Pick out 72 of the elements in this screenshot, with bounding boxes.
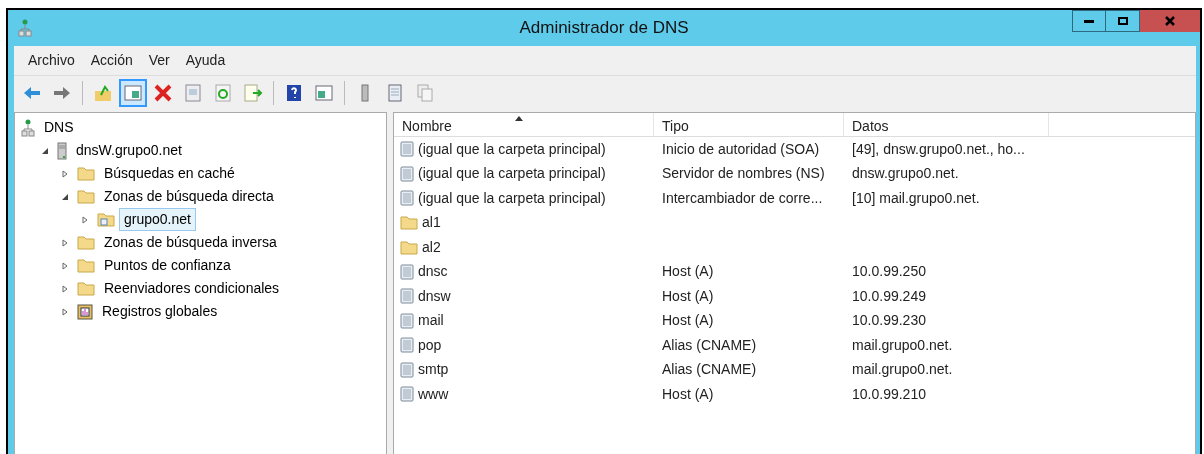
table-cell-text: pop	[418, 335, 442, 355]
table-cell-text: al1	[422, 213, 441, 233]
tree-item[interactable]: Puntos de confianza	[99, 254, 236, 277]
table-cell: 10.0.99.250	[852, 263, 926, 280]
record-icon	[400, 190, 414, 207]
table-cell: Host (A)	[662, 287, 714, 304]
folder-icon	[77, 189, 95, 204]
record-icon	[400, 312, 414, 329]
window-title: Administrador de DNS	[519, 17, 689, 40]
column-header[interactable]: Tipo	[654, 113, 844, 136]
folder-icon	[77, 258, 95, 273]
table-cell-text: dnsc	[418, 262, 448, 282]
table-cell: Alias (CNAME)	[662, 336, 757, 353]
table-cell: 10.0.99.249	[852, 287, 926, 304]
tree-item[interactable]: grupo0.net	[119, 208, 196, 231]
folder-icon	[400, 215, 418, 231]
tree-item[interactable]: Zonas de búsqueda inversa	[99, 231, 282, 254]
table-cell-text: (igual que la carpeta principal)	[418, 139, 606, 159]
menu-item[interactable]: Archivo	[22, 50, 81, 71]
network-icon	[18, 19, 32, 37]
menu-item[interactable]: Ayuda	[179, 50, 232, 71]
pane-tool-icon[interactable]	[119, 79, 147, 107]
table-cell: 10.0.99.210	[852, 385, 926, 402]
folder-icon	[77, 281, 95, 296]
folder-icon	[400, 239, 418, 255]
table-cell: Alias (CNAME)	[662, 361, 757, 378]
table-cell: mail.grupo0.net.	[852, 361, 953, 378]
tree-item[interactable]: Búsquedas en caché	[99, 162, 240, 185]
table-cell: Host (A)	[662, 312, 714, 329]
table-cell: [49], dnsw.grupo0.net., ho...	[852, 140, 1025, 157]
table-cell-text: (igual que la carpeta principal)	[418, 188, 606, 208]
table-cell: mail.grupo0.net.	[852, 336, 953, 353]
close-icon	[1165, 16, 1175, 26]
table-cell: [10] mail.grupo0.net.	[852, 189, 980, 206]
zone-folder-icon	[97, 212, 115, 227]
menu-item[interactable]: Acción	[84, 50, 139, 71]
sort-arrow-icon	[514, 115, 524, 121]
table-cell-text: www	[418, 384, 449, 404]
menu-item[interactable]: Ver	[142, 50, 176, 71]
tree-item[interactable]: Zonas de búsqueda directa	[99, 185, 279, 208]
record-icon	[400, 288, 414, 305]
folder-icon	[77, 235, 95, 250]
close-button[interactable]	[1140, 10, 1200, 32]
table-cell-text: smtp	[418, 360, 449, 380]
folder-icon	[77, 166, 95, 181]
column-header[interactable]: Datos	[844, 113, 1049, 136]
tree-item[interactable]: dnsW.grupo0.net	[71, 139, 187, 162]
network-icon	[21, 118, 35, 137]
table-cell: Servidor de nombres (NS)	[662, 165, 825, 182]
table-cell: dnsw.grupo0.net.	[852, 165, 959, 182]
table-cell-text: al2	[422, 237, 441, 257]
record-icon	[400, 361, 414, 378]
table-cell-text: mail	[418, 311, 444, 331]
table-cell: Host (A)	[662, 263, 714, 280]
table-cell: Intercambiador de corre...	[662, 189, 823, 206]
table-cell-text: dnsw	[418, 286, 451, 306]
table-cell: Host (A)	[662, 385, 714, 402]
record-icon	[400, 263, 414, 280]
minimize-button[interactable]	[1072, 10, 1106, 32]
tree-item[interactable]: DNS	[39, 116, 79, 139]
server-icon	[57, 141, 67, 160]
tree-item[interactable]: Reenviadores condicionales	[99, 277, 285, 300]
registry-icon	[77, 303, 93, 320]
record-icon	[400, 337, 414, 354]
record-icon	[400, 386, 414, 403]
table-cell: 10.0.99.230	[852, 312, 926, 329]
column-header[interactable]: Nombre	[394, 113, 654, 136]
table-cell: Inicio de autoridad (SOA)	[662, 140, 820, 157]
tree-item[interactable]: Registros globales	[97, 300, 223, 323]
table-cell-text: (igual que la carpeta principal)	[418, 164, 606, 184]
record-icon	[400, 141, 414, 158]
record-icon	[400, 165, 414, 182]
